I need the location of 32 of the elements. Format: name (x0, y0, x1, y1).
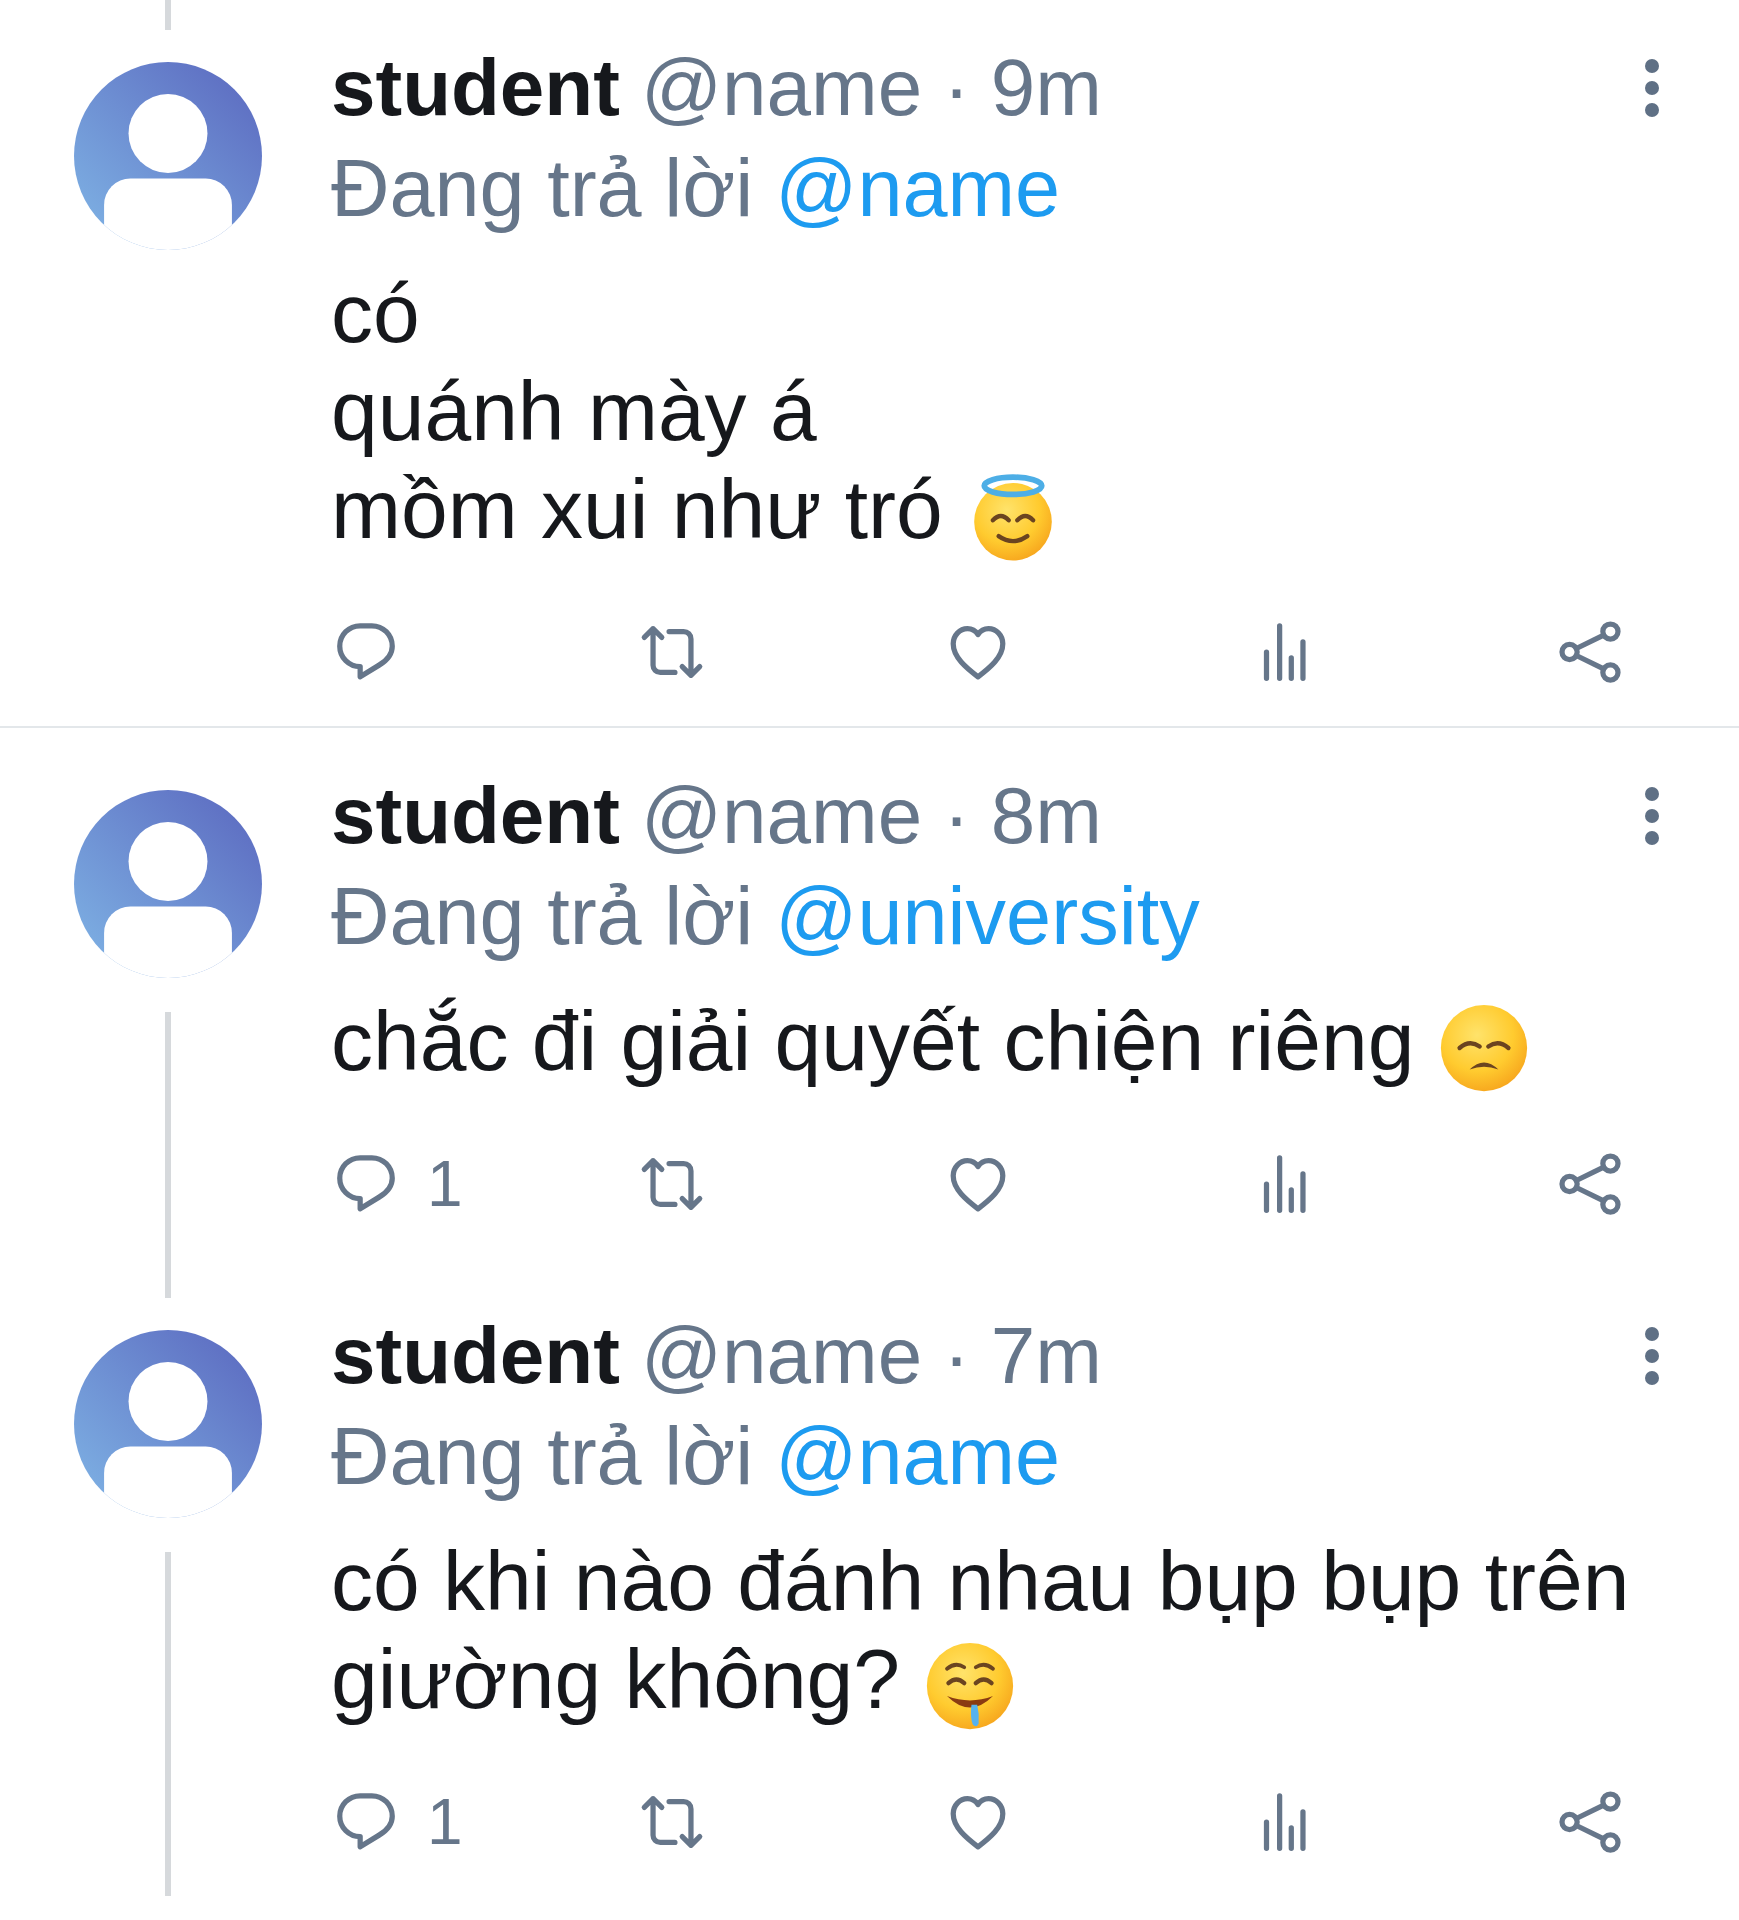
timestamp: 9m (990, 42, 1102, 134)
user-handle: @name (640, 42, 923, 134)
timestamp: 7m (990, 1310, 1102, 1402)
user-handle: @name (640, 770, 923, 862)
separator-dot: · (943, 42, 970, 134)
person-avatar-icon[interactable] (74, 1330, 262, 1518)
reply-button[interactable]: 1 (331, 1787, 463, 1857)
tweet-text: quánh mày á (331, 364, 817, 458)
separator-dot: · (943, 1310, 970, 1402)
tweet-text: chắc đi giải quyết chiện riêng (331, 994, 1415, 1088)
reply-context-label: Đang trả lời (331, 870, 754, 963)
user-handle: @name (640, 1310, 923, 1402)
author-name[interactable]: student (331, 38, 620, 138)
person-avatar-icon[interactable] (74, 790, 262, 978)
tweet-text: có khi nào đánh nhau bụp bụp trên (331, 1534, 1630, 1628)
reply-button[interactable]: 1 (331, 1149, 463, 1219)
reply-context-label: Đang trả lời (331, 142, 754, 235)
author-name[interactable]: student (331, 1306, 620, 1406)
tweet-text: giường không? (331, 1632, 901, 1726)
vertical-dots-icon (1645, 59, 1659, 117)
separator-dot: · (943, 770, 970, 862)
tweet-text: mồm xui như tró (331, 462, 943, 556)
reply-context-label: Đang trả lời (331, 1410, 754, 1503)
mention-link[interactable]: @name (775, 1406, 1061, 1506)
mention-link[interactable]: @name (775, 138, 1061, 238)
author-name[interactable]: student (331, 766, 620, 866)
timestamp: 8m (990, 770, 1102, 862)
tweet-text: có (331, 266, 420, 360)
mention-link[interactable]: @university (775, 866, 1200, 966)
vertical-dots-icon (1645, 787, 1659, 845)
vertical-dots-icon (1645, 1327, 1659, 1385)
person-avatar-icon[interactable] (74, 62, 262, 250)
